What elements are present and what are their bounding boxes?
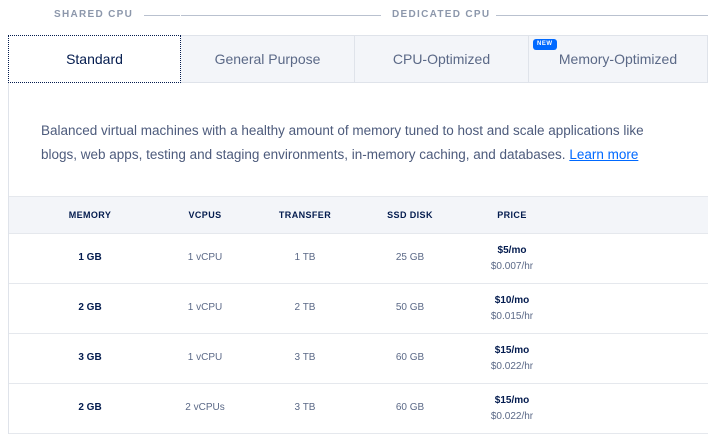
table-row[interactable]: 1 GB 1 vCPU 1 TB 25 GB $5/mo $0.007/hr: [9, 234, 708, 284]
cell-vcpus: 2 vCPUs: [185, 402, 225, 413]
cell-memory: 2 GB: [78, 302, 102, 313]
column-header-price[interactable]: PRICE: [477, 210, 547, 220]
price-monthly: $5/mo: [497, 245, 527, 256]
cell-transfer: 1 TB: [294, 252, 316, 263]
description-text: Balanced virtual machines with a healthy…: [41, 123, 644, 162]
price-hourly: $0.015/hr: [490, 311, 534, 322]
cell-memory: 3 GB: [78, 352, 102, 363]
tab-memory-optimized[interactable]: NEW Memory-Optimized: [529, 35, 708, 83]
tab-general-purpose[interactable]: General Purpose: [181, 35, 355, 83]
cpu-category-header: SHARED CPU DEDICATED CPU: [0, 0, 708, 32]
price-monthly: $15/mo: [494, 345, 530, 356]
tab-label: Memory-Optimized: [558, 51, 678, 67]
column-header-memory[interactable]: MEMORY: [57, 210, 123, 220]
column-header-transfer[interactable]: TRANSFER: [271, 210, 339, 220]
learn-more-link[interactable]: Learn more: [569, 147, 638, 162]
table-header: MEMORY VCPUS TRANSFER SSD DISK PRICE: [9, 196, 708, 234]
dedicated-cpu-label: DEDICATED CPU: [392, 9, 491, 20]
cell-price: $10/mo $0.015/hr: [477, 294, 547, 324]
cell-price: $15/mo $0.022/hr: [477, 344, 547, 374]
plan-description: Balanced virtual machines with a healthy…: [41, 119, 681, 167]
cell-transfer: 3 TB: [294, 352, 316, 363]
column-header-ssd-disk[interactable]: SSD DISK: [373, 210, 447, 220]
column-header-vcpus[interactable]: VCPUS: [169, 210, 241, 220]
cell-price: $15/mo $0.022/hr: [477, 394, 547, 424]
divider-line: [181, 15, 381, 16]
cell-price: $5/mo $0.007/hr: [477, 244, 547, 274]
cell-transfer: 3 TB: [294, 402, 316, 413]
plan-panel: Balanced virtual machines with a healthy…: [8, 83, 708, 434]
cell-vcpus: 1 vCPU: [187, 352, 223, 363]
tab-label: Standard: [66, 51, 123, 67]
divider-line: [144, 15, 180, 16]
cell-ssd-disk: 60 GB: [395, 402, 425, 413]
price-monthly: $15/mo: [494, 395, 530, 406]
cell-memory: 1 GB: [78, 252, 102, 263]
cell-ssd-disk: 25 GB: [395, 252, 425, 263]
price-hourly: $0.022/hr: [490, 411, 534, 422]
price-hourly: $0.022/hr: [490, 361, 534, 372]
tab-cpu-optimized[interactable]: CPU-Optimized: [355, 35, 529, 83]
cell-ssd-disk: 60 GB: [395, 352, 425, 363]
plans-table: MEMORY VCPUS TRANSFER SSD DISK PRICE 1 G…: [9, 196, 708, 434]
cell-memory: 2 GB: [78, 402, 102, 413]
tab-label: CPU-Optimized: [392, 51, 491, 67]
tab-label: General Purpose: [214, 51, 321, 67]
divider-line: [496, 15, 708, 16]
price-hourly: $0.007/hr: [490, 261, 534, 272]
new-badge: NEW: [533, 39, 557, 50]
table-row[interactable]: 2 GB 2 vCPUs 3 TB 60 GB $15/mo $0.022/hr: [9, 384, 708, 434]
shared-cpu-label: SHARED CPU: [54, 9, 134, 20]
cell-vcpus: 1 vCPU: [187, 252, 223, 263]
tab-standard[interactable]: Standard: [8, 35, 181, 83]
table-row[interactable]: 3 GB 1 vCPU 3 TB 60 GB $15/mo $0.022/hr: [9, 334, 708, 384]
cell-transfer: 2 TB: [294, 302, 316, 313]
plan-type-tabs: Standard General Purpose CPU-Optimized N…: [8, 35, 708, 83]
cell-ssd-disk: 50 GB: [395, 302, 425, 313]
price-monthly: $10/mo: [494, 295, 530, 306]
table-row[interactable]: 2 GB 1 vCPU 2 TB 50 GB $10/mo $0.015/hr: [9, 284, 708, 334]
cell-vcpus: 1 vCPU: [187, 302, 223, 313]
